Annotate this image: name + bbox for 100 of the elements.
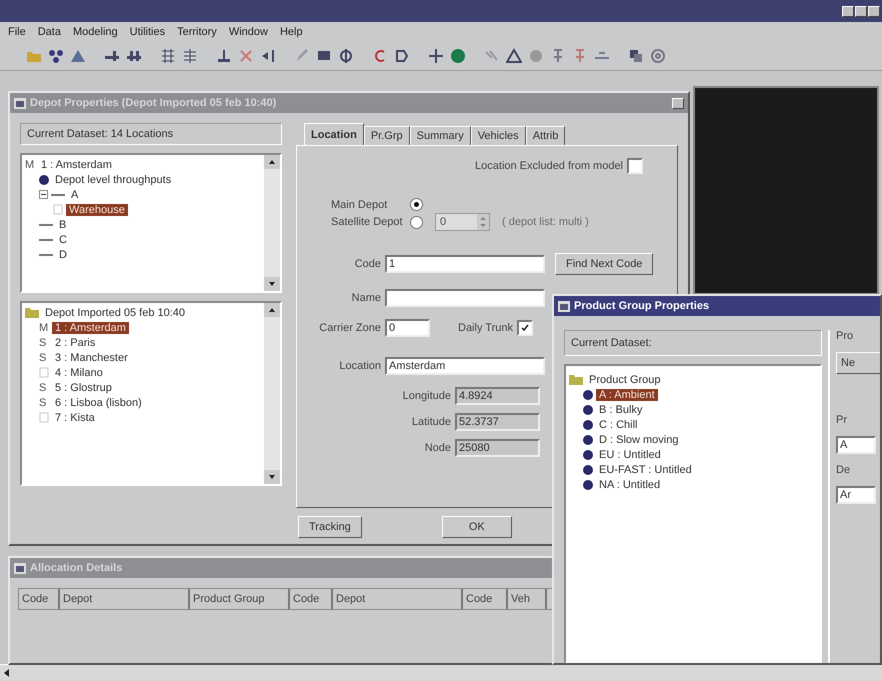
- tree-item[interactable]: A: [68, 188, 82, 200]
- tree-item[interactable]: 6 : Lisboa (lisbon): [52, 396, 145, 408]
- menu-item[interactable]: Window: [228, 26, 268, 38]
- scrollbar[interactable]: [264, 155, 280, 291]
- radio-label: Main Depot: [331, 198, 388, 210]
- tree-item[interactable]: EU-FAST : Untitled: [596, 464, 695, 476]
- checkbox-label: Daily Trunk: [458, 322, 514, 334]
- text-field[interactable]: Ar: [836, 486, 876, 504]
- menu-item[interactable]: Utilities: [130, 26, 166, 38]
- dialog-button[interactable]: OK: [442, 516, 512, 538]
- depot-note: ( depot list: multi ): [502, 216, 589, 228]
- page-icon: [39, 367, 49, 378]
- plus-icon[interactable]: [428, 48, 444, 64]
- bullet-icon: [583, 404, 593, 414]
- circle-icon[interactable]: [650, 48, 666, 64]
- column-header[interactable]: Code: [463, 589, 508, 609]
- field-label: Node: [424, 442, 451, 454]
- code-field[interactable]: 1: [385, 255, 545, 273]
- tree-item[interactable]: A : Ambient: [596, 388, 658, 400]
- menu-item[interactable]: Territory: [177, 26, 217, 38]
- menu-item[interactable]: Modeling: [72, 26, 118, 38]
- tree-item[interactable]: EU : Untitled: [596, 448, 664, 460]
- bullet-icon: [583, 434, 593, 444]
- text-field[interactable]: A: [836, 436, 876, 454]
- tree-item[interactable]: 2 : Paris: [52, 336, 98, 348]
- tree-item[interactable]: 3 : Manchester: [52, 352, 131, 364]
- close-button[interactable]: [672, 98, 684, 108]
- stand-icon[interactable]: [216, 48, 232, 64]
- tree-item[interactable]: C: [56, 234, 70, 246]
- radio-button[interactable]: [410, 216, 423, 228]
- tree-item[interactable]: 7 : Kista: [52, 412, 98, 424]
- column-header[interactable]: Code: [19, 589, 60, 609]
- panel-button[interactable]: Ne: [836, 352, 880, 374]
- tab[interactable]: Attrib: [526, 126, 566, 145]
- minimize-button[interactable]: [842, 6, 854, 16]
- panel-heading: Pro: [836, 330, 854, 342]
- collapse-icon[interactable]: [39, 190, 48, 199]
- folder-icon: [25, 307, 39, 318]
- tab[interactable]: Pr.Grp: [364, 126, 410, 145]
- tree-item[interactable]: Depot Imported 05 feb 10:40: [42, 306, 188, 318]
- column-header[interactable]: Product Group: [190, 589, 290, 609]
- tree-item[interactable]: Product Group: [586, 374, 664, 386]
- menu-item[interactable]: File: [8, 26, 26, 38]
- tab[interactable]: Summary: [410, 126, 471, 145]
- tab[interactable]: Location: [304, 123, 364, 145]
- scrollbar[interactable]: [264, 303, 280, 484]
- tree-item[interactable]: 5 : Glostrup: [52, 382, 115, 394]
- tree-item[interactable]: Depot level throughputs: [52, 174, 174, 186]
- copy-icon[interactable]: [628, 48, 644, 64]
- maximize-button[interactable]: [855, 6, 867, 16]
- tree-item[interactable]: D: [56, 248, 70, 260]
- column-header[interactable]: Code: [290, 589, 333, 609]
- column-header[interactable]: Depot: [333, 589, 463, 609]
- window-title: Allocation Details: [30, 562, 122, 574]
- bullet-icon: [583, 464, 593, 474]
- nodes-icon[interactable]: [48, 48, 64, 64]
- dataset-label: Current Dataset: 14 Locations: [20, 123, 282, 145]
- tree-node-letter: S: [39, 396, 48, 408]
- column-header[interactable]: Veh: [508, 589, 547, 609]
- location-field[interactable]: Amsterdam: [385, 357, 545, 375]
- dataset-label: Current Dataset:: [564, 330, 822, 356]
- checkbox[interactable]: [517, 320, 534, 336]
- horizontal-scrollbar[interactable]: [0, 664, 882, 681]
- window-icon: [14, 98, 26, 108]
- tree-item[interactable]: C : Chill: [596, 418, 641, 430]
- radio-button[interactable]: [410, 198, 423, 211]
- find-next-code-button[interactable]: Find Next Code: [555, 253, 654, 275]
- tree-item[interactable]: NA : Untitled: [596, 478, 664, 490]
- tree-item[interactable]: 1 : Amsterdam: [52, 322, 129, 334]
- carrier-zone-field[interactable]: 0: [385, 319, 430, 337]
- tree-item[interactable]: Warehouse: [66, 204, 128, 216]
- tree-item[interactable]: 4 : Milano: [52, 366, 106, 378]
- name-field[interactable]: [385, 289, 545, 307]
- tree-item[interactable]: B: [56, 218, 70, 230]
- radio-label: Satellite Depot: [331, 216, 404, 228]
- bar-arrow-icon[interactable]: [260, 48, 276, 64]
- dash-icon: [39, 222, 53, 226]
- tree-item[interactable]: B : Bulky: [596, 404, 646, 416]
- window-icon: [558, 300, 570, 312]
- tree-item[interactable]: 1 : Amsterdam: [38, 158, 115, 170]
- menu-item[interactable]: Data: [38, 26, 61, 38]
- tree-item[interactable]: D : Slow moving: [596, 434, 682, 446]
- bullet-icon: [583, 420, 593, 430]
- field-label: Name: [350, 292, 381, 304]
- field-label: Latitude: [410, 416, 451, 428]
- window-title: Depot Properties (Depot Imported 05 feb 10:40): [30, 97, 276, 109]
- field-label: Carrier Zone: [318, 322, 381, 334]
- bullet-icon: [583, 450, 593, 460]
- triangle-icon[interactable]: [506, 48, 522, 64]
- triangle-icon[interactable]: [70, 48, 86, 64]
- checkbox[interactable]: [627, 158, 643, 174]
- tab[interactable]: Vehicles: [470, 126, 526, 145]
- page-icon: [53, 204, 63, 215]
- column-header[interactable]: Depot: [60, 589, 190, 609]
- close-button[interactable]: [868, 6, 880, 16]
- field-label: Pr: [836, 414, 848, 426]
- field-label: Code: [354, 258, 381, 270]
- menu-item[interactable]: Help: [280, 26, 303, 38]
- dialog-button[interactable]: Tracking: [298, 516, 362, 538]
- dash-icon: [39, 238, 53, 242]
